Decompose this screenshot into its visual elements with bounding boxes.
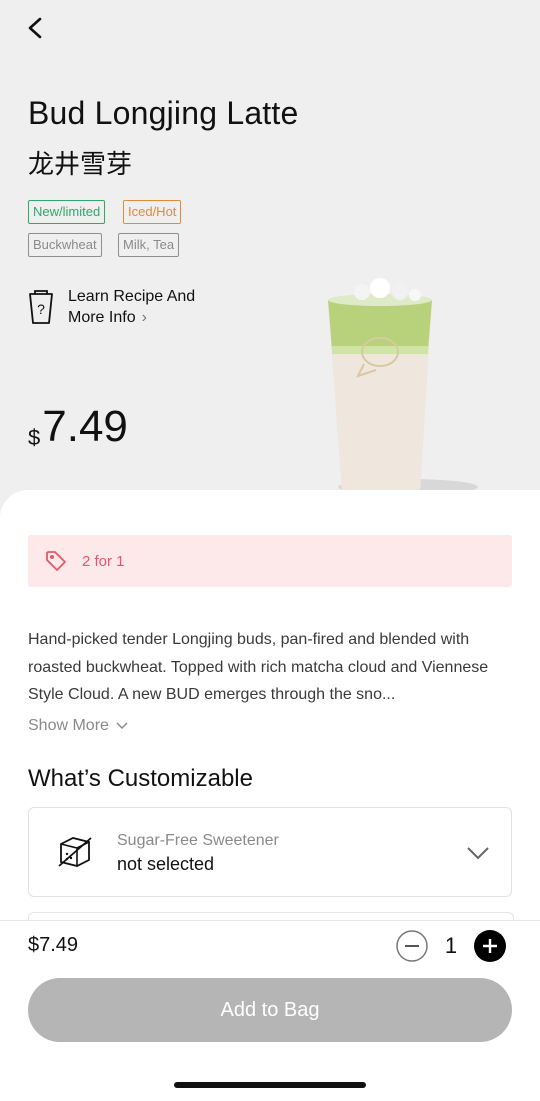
- customization-sugar-free[interactable]: Sugar-Free Sweetener not selected: [28, 807, 512, 897]
- tag-new-limited: New/limited: [28, 200, 106, 224]
- show-more-toggle[interactable]: Show More: [28, 717, 129, 735]
- customizable-title: What’s Customizable: [28, 765, 253, 792]
- svg-text:?: ?: [37, 301, 45, 317]
- recipe-line2: More Info: [68, 309, 136, 326]
- show-more-label: Show More: [28, 717, 109, 734]
- price-currency: $: [28, 425, 41, 450]
- sugar-cube-slash-icon: [58, 837, 92, 867]
- product-price: $7.49: [28, 402, 128, 452]
- plus-button[interactable]: [474, 930, 506, 962]
- add-to-bag-button[interactable]: Add to Bag: [28, 978, 512, 1042]
- home-indicator: [174, 1082, 366, 1088]
- cup-question-icon: ?: [29, 290, 53, 324]
- chevron-left-icon[interactable]: [22, 14, 50, 42]
- drink-image: [328, 278, 478, 495]
- chevron-down-icon: [467, 847, 489, 860]
- chevron-down-icon: [116, 722, 128, 730]
- price-amount: 7.49: [42, 402, 128, 451]
- product-hero: Bud Longjing Latte 龙井雪芽 New/limited Iced…: [0, 0, 540, 530]
- customization-value: not selected: [117, 854, 215, 874]
- product-description: Hand-picked tender Longjing buds, pan-fi…: [28, 631, 489, 703]
- recipe-line1: Learn Recipe And: [68, 288, 196, 305]
- promo-banner: 2 for 1: [28, 535, 512, 587]
- quantity-stepper: 1: [396, 930, 506, 962]
- tag-iced-hot: Iced/Hot: [123, 200, 182, 224]
- learn-recipe-link[interactable]: ? Learn Recipe And More Info ›: [26, 286, 195, 328]
- tag-icon: [46, 551, 66, 571]
- tag-buckwheat: Buckwheat: [28, 233, 102, 257]
- promo-text: 2 for 1: [82, 552, 125, 570]
- chevron-right-icon: ›: [141, 309, 147, 326]
- customization-label: Sugar-Free Sweetener: [117, 832, 279, 849]
- minus-button[interactable]: [396, 930, 428, 962]
- quantity-value: 1: [444, 933, 458, 958]
- product-subtitle: 龙井雪芽: [28, 150, 133, 180]
- product-title: Bud Longjing Latte: [28, 95, 299, 131]
- bottom-price: $7.49: [28, 934, 79, 956]
- tag-milk-tea: Milk, Tea: [118, 233, 180, 257]
